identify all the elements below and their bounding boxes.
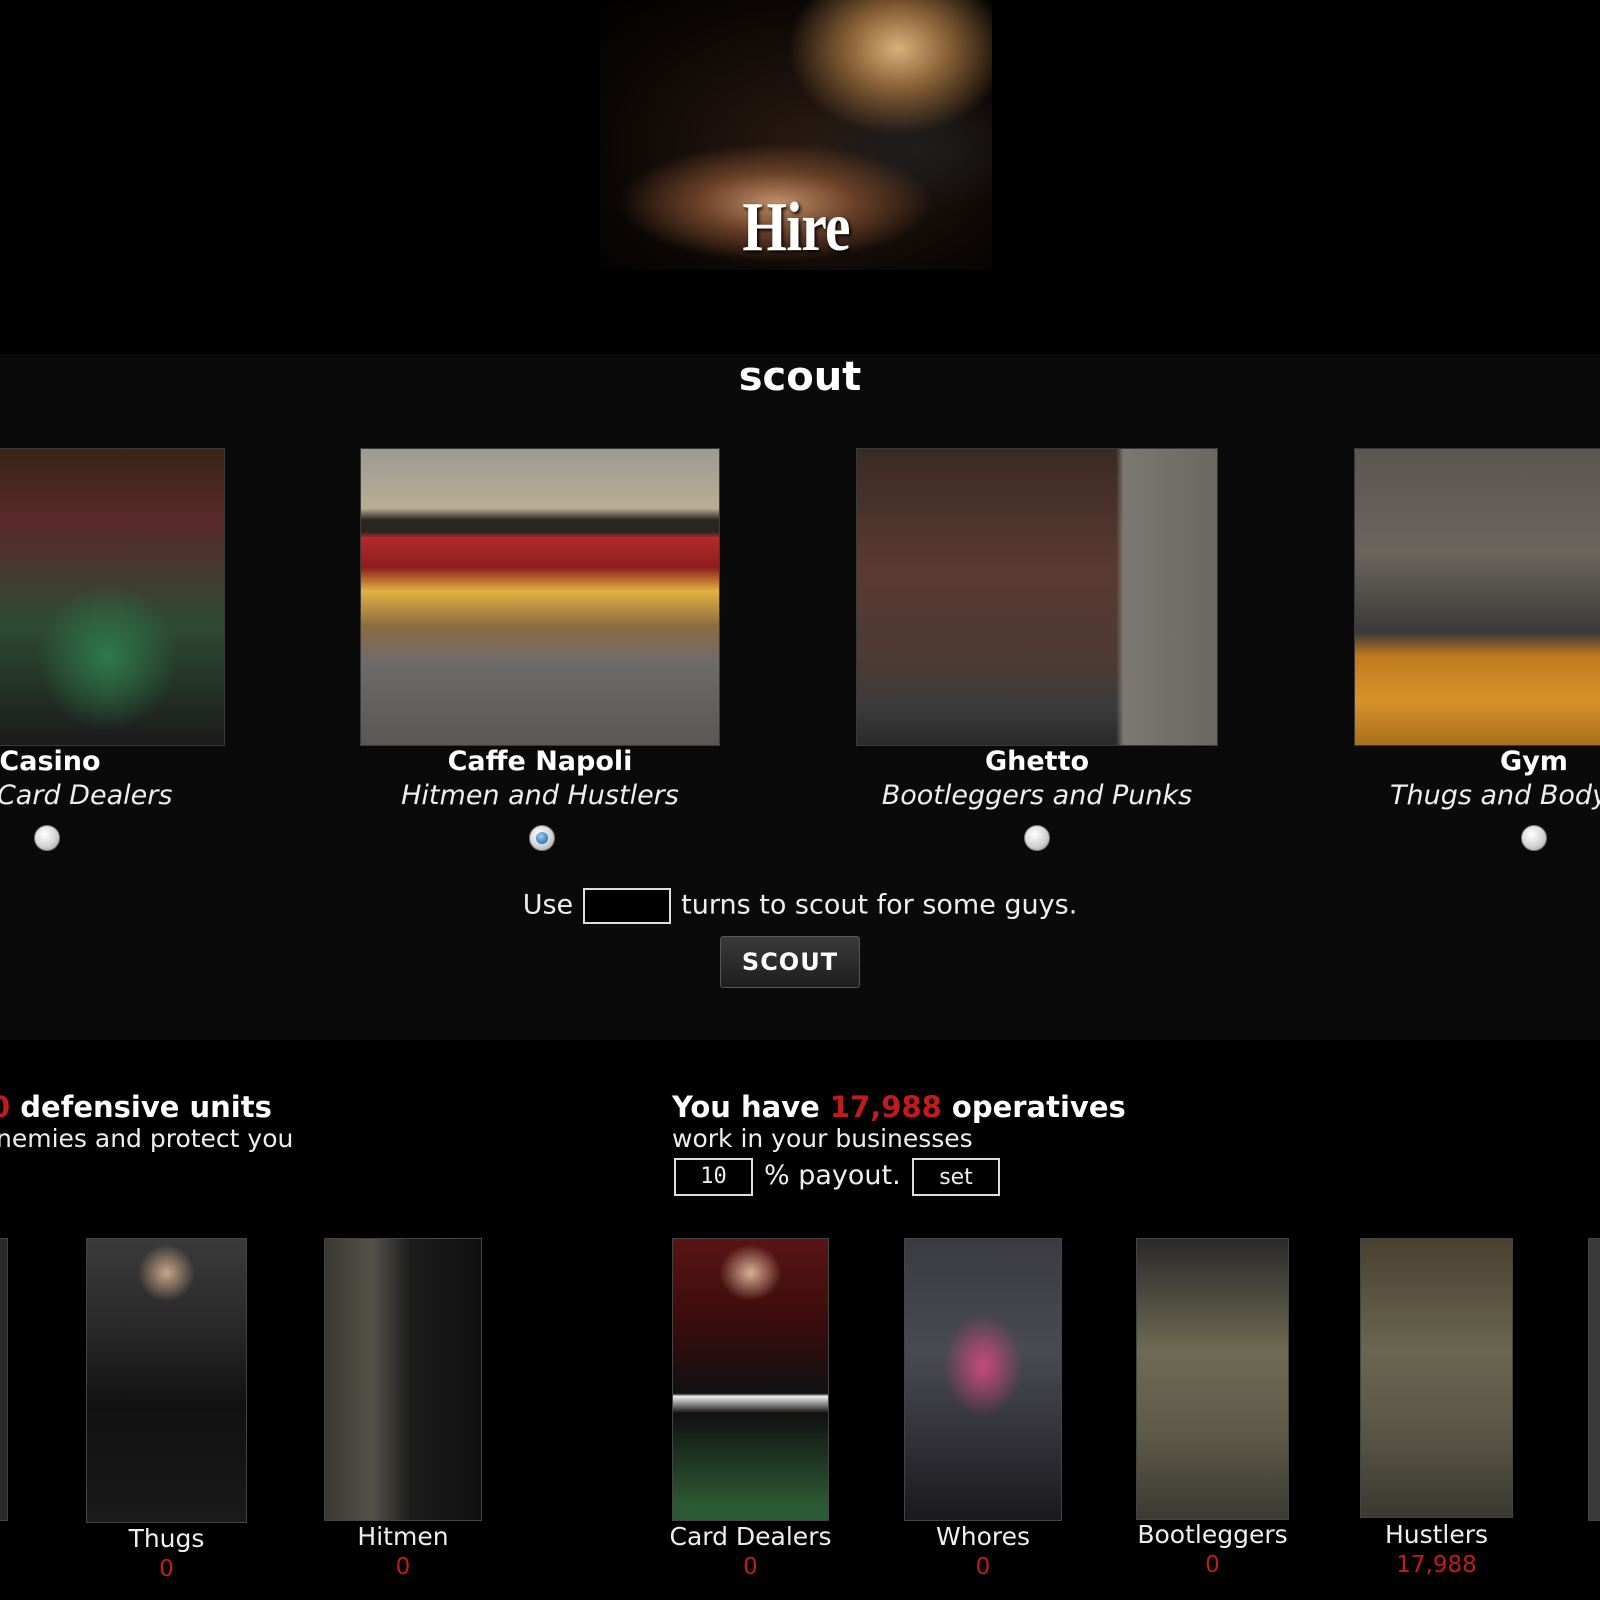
set-payout-button[interactable]: set (912, 1158, 1000, 1196)
use-suffix: turns to scout for some guys. (681, 889, 1078, 921)
radio-ghetto[interactable] (1024, 825, 1050, 851)
unit-image-whores[interactable] (904, 1238, 1062, 1521)
radio-caffe-napoli[interactable] (529, 825, 555, 851)
scout-button[interactable]: SCOUT (720, 936, 860, 988)
location-name-casino: Casino (0, 746, 101, 777)
unit-count-hustlers: 17,988 (1396, 1552, 1477, 1578)
defensive-count: 0 (0, 1090, 11, 1124)
location-desc-ghetto: Bootleggers and Punks (881, 780, 1193, 811)
unit-image-hitmen[interactable] (324, 1238, 482, 1521)
hire-banner: Hire (600, 0, 992, 270)
unit-name-hitmen: Hitmen (357, 1522, 449, 1551)
radio-gym[interactable] (1521, 825, 1547, 851)
unit-name-thugs: Thugs (128, 1524, 205, 1553)
unit-count-hitmen: 0 (395, 1554, 411, 1580)
unit-image-hustlers[interactable] (1360, 1238, 1513, 1518)
unit-image-bootleggers[interactable] (1136, 1238, 1289, 1520)
hire-title: Hire (742, 189, 850, 266)
unit-count-thugs: 0 (159, 1556, 174, 1582)
payout-label: % payout. (764, 1160, 901, 1191)
turns-input[interactable] (583, 888, 672, 924)
unit-count-card-dealers: 0 (743, 1554, 758, 1580)
location-name-caffe-napoli: Caffe Napoli (447, 746, 633, 777)
operatives-subtext: work in your businesses (672, 1124, 973, 1153)
unit-name-card-dealers: Card Dealers (669, 1522, 832, 1551)
operatives-count: 17,988 (829, 1090, 942, 1124)
unit-image-partial-left (0, 1238, 8, 1521)
location-desc-caffe-napoli: Hitmen and Hustlers (401, 780, 679, 811)
defensive-label: defensive units (10, 1090, 272, 1124)
unit-count-bootleggers: 0 (1205, 1552, 1220, 1578)
location-desc-gym: Thugs and Body (1390, 780, 1600, 811)
scout-title: scout (738, 354, 862, 400)
operatives-heading: You have 17,988 operatives (672, 1090, 1126, 1124)
caffe-napoli-image[interactable] (360, 448, 720, 746)
location-desc-casino: and Card Dealers (0, 780, 173, 811)
casino-image[interactable] (0, 448, 225, 746)
defensive-units-heading: 0 defensive units (0, 1090, 272, 1124)
ghetto-image[interactable] (856, 448, 1218, 746)
location-name-gym: Gym (1500, 746, 1568, 777)
unit-name-hustlers: Hustlers (1384, 1520, 1489, 1549)
unit-image-thugs[interactable] (86, 1238, 247, 1523)
unit-name-whores: Whores (936, 1522, 1030, 1551)
payout-input[interactable]: 10 (674, 1158, 753, 1196)
location-name-ghetto: Ghetto (984, 746, 1090, 777)
radio-casino[interactable] (34, 825, 60, 851)
operatives-prefix: You have (672, 1090, 830, 1124)
unit-name-bootleggers: Bootleggers (1137, 1520, 1288, 1549)
defensive-subtext: nemies and protect you (0, 1124, 294, 1153)
use-prefix: Use (522, 889, 574, 921)
scout-turns-line: Use turns to scout for some guys. (0, 888, 1600, 924)
unit-image-card-dealers[interactable] (672, 1238, 829, 1521)
unit-image-partial-right (1588, 1238, 1600, 1521)
operatives-suffix: operatives (941, 1090, 1126, 1124)
unit-count-whores: 0 (975, 1554, 991, 1580)
gym-image[interactable] (1354, 448, 1600, 746)
